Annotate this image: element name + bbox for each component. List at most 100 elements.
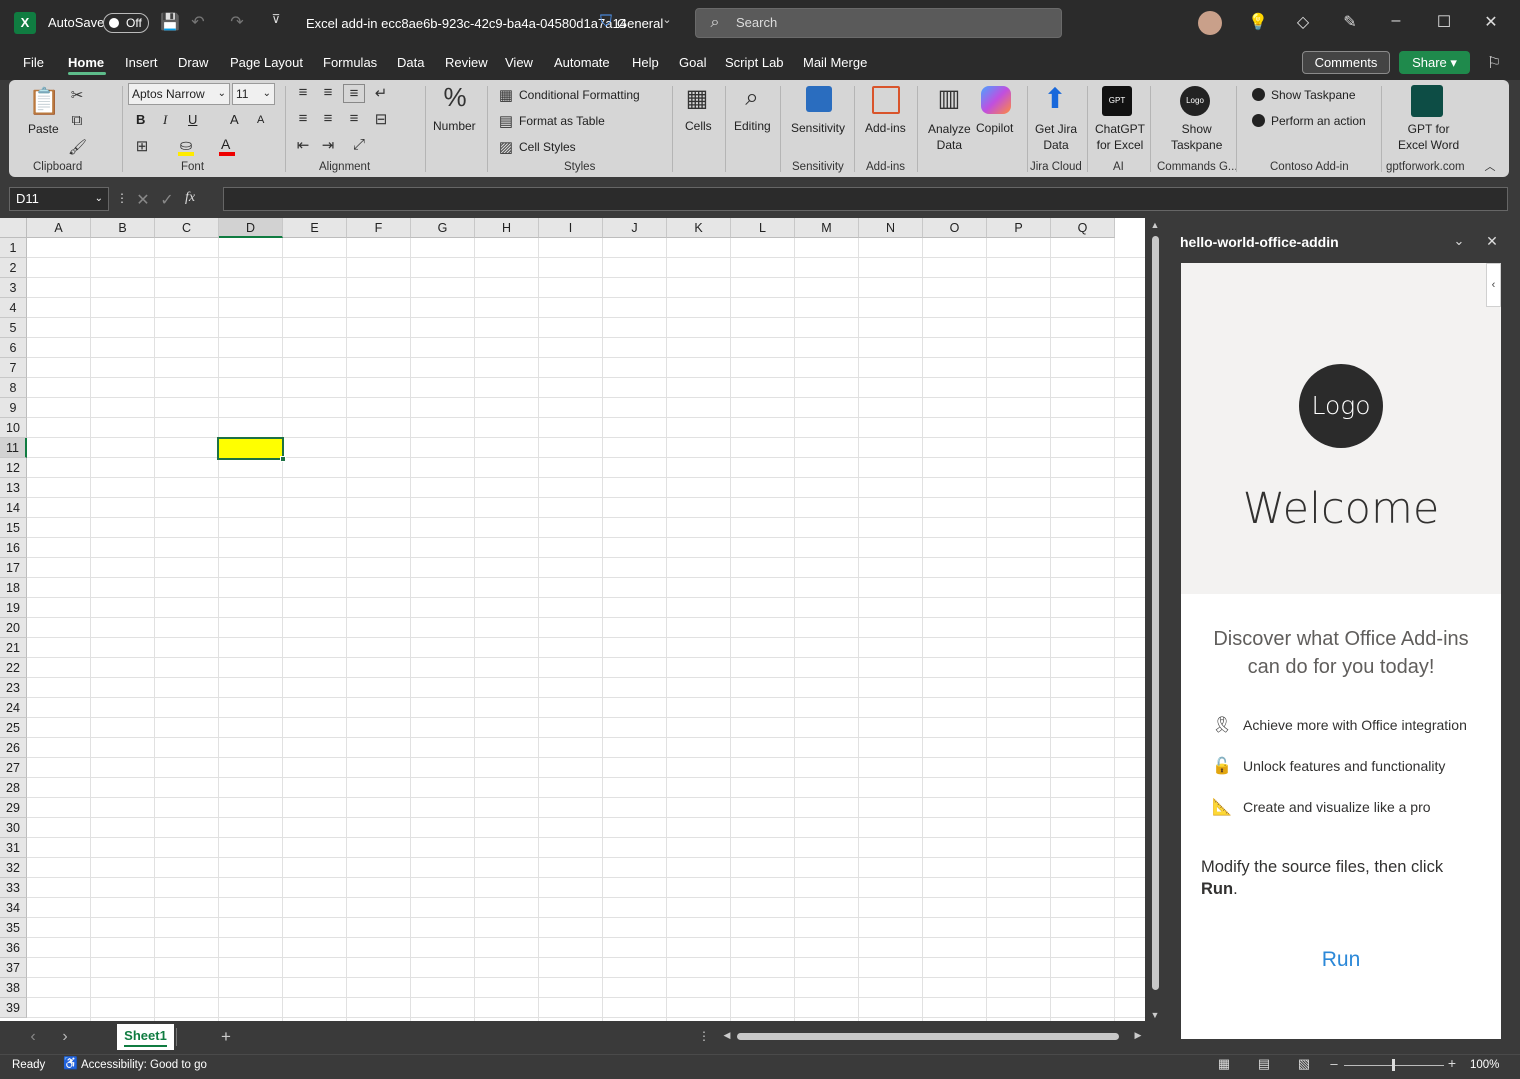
zoom-out-icon[interactable]: – <box>1328 1056 1340 1071</box>
pane-close-icon[interactable]: ✕ <box>1483 233 1501 250</box>
add-sheet-button[interactable]: + <box>218 1027 234 1047</box>
tab-file[interactable]: File <box>23 55 44 70</box>
borders-icon[interactable]: ⊞ <box>134 137 150 155</box>
gpt-for-excel-word-button[interactable]: GPT for Excel Word <box>1398 121 1459 153</box>
scroll-right-icon[interactable]: ▶ <box>1133 1030 1143 1041</box>
addins-icon[interactable] <box>872 86 900 114</box>
row-header-31[interactable]: 31 <box>0 838 27 858</box>
share-button[interactable]: Share ▾ <box>1399 51 1470 74</box>
row-header-8[interactable]: 8 <box>0 378 27 398</box>
column-header-j[interactable]: J <box>603 218 667 238</box>
close-icon[interactable]: ✕ <box>1481 12 1501 32</box>
row-header-2[interactable]: 2 <box>0 258 27 278</box>
scroll-left-icon[interactable]: ◀ <box>722 1030 732 1041</box>
cell-styles-icon[interactable]: ▨ <box>498 138 514 156</box>
format-as-table-button[interactable]: Format as Table <box>519 114 605 128</box>
perform-action-button[interactable]: Perform an action <box>1271 114 1366 128</box>
row-header-12[interactable]: 12 <box>0 458 27 478</box>
row-header-37[interactable]: 37 <box>0 958 27 978</box>
chatgpt-icon[interactable]: GPT <box>1102 86 1132 116</box>
undo-icon[interactable]: ↶ <box>188 12 208 32</box>
column-header-m[interactable]: M <box>795 218 859 238</box>
column-header-q[interactable]: Q <box>1051 218 1115 238</box>
fill-color-icon[interactable]: ⛀ <box>178 136 194 154</box>
scroll-down-icon[interactable]: ▼ <box>1149 1010 1161 1020</box>
align-center-icon[interactable]: ≡ <box>320 110 336 127</box>
conditional-formatting-icon[interactable]: ▦ <box>498 86 514 104</box>
column-header-i[interactable]: I <box>539 218 603 238</box>
cell-styles-button[interactable]: Cell Styles <box>519 140 576 154</box>
pen-icon[interactable]: ✎ <box>1340 12 1360 32</box>
collapse-navigation-icon[interactable]: ‹ <box>1486 263 1501 307</box>
row-header-4[interactable]: 4 <box>0 298 27 318</box>
column-header-k[interactable]: K <box>667 218 731 238</box>
normal-view-icon[interactable]: ▦ <box>1216 1056 1232 1072</box>
comments-button[interactable]: Comments <box>1302 51 1390 74</box>
row-header-7[interactable]: 7 <box>0 358 27 378</box>
orientation-icon[interactable]: ⤢ <box>350 136 368 153</box>
diamond-icon[interactable]: ◇ <box>1293 12 1313 32</box>
font-color-icon[interactable]: A <box>221 136 230 152</box>
align-bottom-icon[interactable]: ≡ <box>343 84 365 103</box>
row-header-3[interactable]: 3 <box>0 278 27 298</box>
font-name-select[interactable]: Aptos Narrow ⌄ <box>128 83 230 105</box>
cells-button[interactable]: Cells <box>685 119 712 133</box>
column-header-o[interactable]: O <box>923 218 987 238</box>
row-header-11[interactable]: 11 <box>0 438 27 458</box>
row-header-35[interactable]: 35 <box>0 918 27 938</box>
wrap-text-icon[interactable]: ↵ <box>372 84 390 102</box>
select-all-corner[interactable] <box>0 218 27 238</box>
column-header-p[interactable]: P <box>987 218 1051 238</box>
shrink-font-button[interactable]: A <box>257 114 264 126</box>
chatgpt-button[interactable]: ChatGPT for Excel <box>1095 121 1145 153</box>
align-left-icon[interactable]: ≡ <box>295 110 311 127</box>
row-header-39[interactable]: 39 <box>0 998 27 1018</box>
analyze-data-icon[interactable]: ▥ <box>934 84 964 113</box>
row-header-29[interactable]: 29 <box>0 798 27 818</box>
row-header-18[interactable]: 18 <box>0 578 27 598</box>
maximize-icon[interactable]: ☐ <box>1434 12 1454 32</box>
search-input[interactable]: Search <box>695 8 1062 38</box>
jira-icon[interactable]: ⬆ <box>1040 82 1070 115</box>
autosave-toggle[interactable]: Off <box>103 13 149 33</box>
contoso-show-taskpane-button[interactable]: Show Taskpane <box>1271 88 1356 102</box>
tab-review[interactable]: Review <box>445 55 488 70</box>
number-label[interactable]: Number <box>433 119 476 133</box>
row-header-30[interactable]: 30 <box>0 818 27 838</box>
row-header-6[interactable]: 6 <box>0 338 27 358</box>
tab-goal[interactable]: Goal <box>679 55 706 70</box>
cells-icon[interactable]: ▦ <box>682 84 712 113</box>
paste-icon[interactable]: 📋 <box>28 86 60 120</box>
increase-indent-icon[interactable]: ⇥ <box>320 136 336 154</box>
cancel-entry-icon[interactable]: ✕ <box>136 190 150 210</box>
customize-toolbar-icon[interactable]: ⊽ <box>268 12 284 26</box>
row-header-9[interactable]: 9 <box>0 398 27 418</box>
align-right-icon[interactable]: ≡ <box>346 110 362 127</box>
show-taskpane-button[interactable]: Show Taskpane <box>1171 121 1222 153</box>
row-header-14[interactable]: 14 <box>0 498 27 518</box>
row-header-22[interactable]: 22 <box>0 658 27 678</box>
row-header-36[interactable]: 36 <box>0 938 27 958</box>
chevron-down-icon[interactable]: ⌄ <box>660 13 674 26</box>
tab-page-layout[interactable]: Page Layout <box>230 55 303 70</box>
selected-cell-d11[interactable] <box>217 437 284 460</box>
more-options-icon[interactable]: ⋮ <box>698 1029 710 1043</box>
underline-button[interactable]: U <box>188 112 197 127</box>
avatar[interactable] <box>1198 11 1222 35</box>
bold-button[interactable]: B <box>136 112 145 127</box>
tab-home[interactable]: Home <box>68 55 104 70</box>
row-header-1[interactable]: 1 <box>0 238 27 258</box>
row-header-23[interactable]: 23 <box>0 678 27 698</box>
column-header-c[interactable]: C <box>155 218 219 238</box>
row-header-33[interactable]: 33 <box>0 878 27 898</box>
horizontal-scroll-thumb[interactable] <box>737 1033 1119 1040</box>
collapse-ribbon-icon[interactable]: ︿ <box>1483 158 1497 174</box>
italic-button[interactable]: I <box>163 112 167 128</box>
row-header-20[interactable]: 20 <box>0 618 27 638</box>
percent-icon[interactable]: % <box>440 82 470 113</box>
tab-insert[interactable]: Insert <box>125 55 158 70</box>
column-header-d[interactable]: D <box>219 218 283 238</box>
row-header-5[interactable]: 5 <box>0 318 27 338</box>
copilot-button[interactable]: Copilot <box>976 121 1013 135</box>
vertical-scroll-thumb[interactable] <box>1152 236 1159 990</box>
